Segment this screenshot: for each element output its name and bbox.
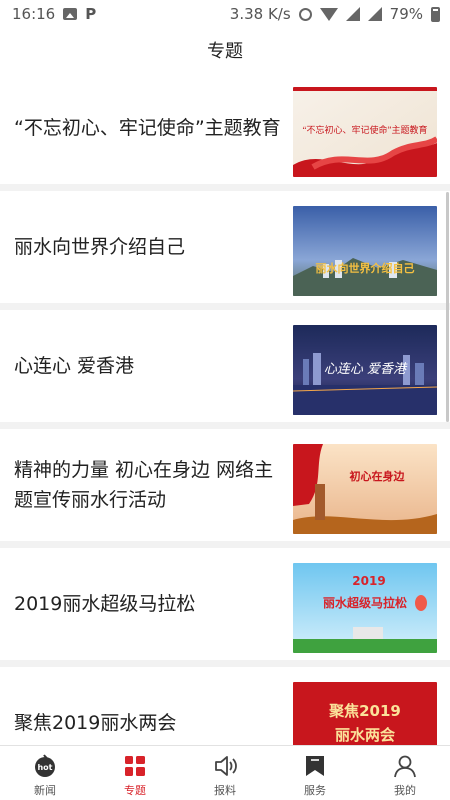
image-notification-icon xyxy=(63,8,78,20)
tab-profile[interactable]: 我的 xyxy=(360,746,450,800)
wifi-icon xyxy=(319,7,338,21)
tab-services[interactable]: 服务 xyxy=(270,746,360,800)
battery-icon xyxy=(431,6,440,22)
topic-thumbnail: 初心在身边 xyxy=(293,444,437,534)
topic-thumbnail: 2019 丽水超级马拉松 xyxy=(293,563,437,653)
status-bar: 16:16 P 3.38 K/s 79% xyxy=(0,0,450,28)
thumb-text: 丽水向世界介绍自己 xyxy=(316,261,415,275)
topic-item[interactable]: 丽水向世界介绍自己 丽水向世界介绍自己 xyxy=(0,191,450,303)
alarm-icon xyxy=(298,7,312,21)
bottom-tab-bar: hot 新闻 专题 报料 服务 我的 xyxy=(0,745,450,800)
status-bar-right: 3.38 K/s 79% xyxy=(230,5,440,23)
thumb-text: 初心在身边 xyxy=(350,469,406,483)
thumb-text: 心连心 爱香港 xyxy=(324,362,408,377)
topic-thumbnail: 丽水向世界介绍自己 xyxy=(293,206,437,296)
speaker-icon xyxy=(212,753,238,779)
topic-item[interactable]: 2019丽水超级马拉松 2019 丽水超级马拉松 xyxy=(0,548,450,660)
topic-title: 心连心 爱香港 xyxy=(14,355,135,377)
topic-title: 2019丽水超级马拉松 xyxy=(14,593,196,615)
thumb-text-2: 丽水两会 xyxy=(335,726,395,744)
status-time: 16:16 xyxy=(12,5,56,23)
topic-item[interactable]: 精神的力量 初心在身边 网络主题宣传丽水行活动 初心在身边 xyxy=(0,429,450,541)
thumb-text: “不忘初心、牢记使命”主题教育 xyxy=(303,124,428,135)
p-notification-icon: P xyxy=(85,5,97,23)
network-speed: 3.38 K/s xyxy=(229,5,291,23)
battery-percent: 79% xyxy=(389,5,423,23)
user-icon xyxy=(392,753,418,779)
tab-topics[interactable]: 专题 xyxy=(90,746,180,800)
bookmark-icon xyxy=(302,753,328,779)
grid-icon xyxy=(122,753,148,779)
signal-icon-2 xyxy=(367,7,382,21)
tab-news[interactable]: hot 新闻 xyxy=(0,746,90,800)
tab-label: 报料 xyxy=(214,784,236,797)
thumb-text-1: 聚焦2019 xyxy=(328,702,401,720)
tab-label: 专题 xyxy=(124,784,146,797)
hot-icon: hot xyxy=(32,753,58,779)
topic-title: 聚焦2019丽水两会 xyxy=(14,712,177,734)
thumb-text: 丽水超级马拉松 xyxy=(323,595,407,610)
topic-title: “不忘初心、牢记使命”主题教育 xyxy=(14,117,281,139)
topic-item[interactable]: 聚焦2019丽水两会 聚焦2019 丽水两会 xyxy=(0,667,450,745)
signal-icon xyxy=(345,7,360,21)
topic-item[interactable]: 心连心 爱香港 心连心 爱香港 xyxy=(0,310,450,422)
topic-thumbnail: 聚焦2019 丽水两会 xyxy=(293,682,437,745)
status-bar-left: 16:16 P xyxy=(12,5,96,23)
topic-thumbnail: 心连心 爱香港 xyxy=(293,325,437,415)
topic-item[interactable]: “不忘初心、牢记使命”主题教育 “不忘初心、牢记使命”主题教育 xyxy=(0,72,450,184)
tab-label: 服务 xyxy=(304,784,326,797)
topic-title: 精神的力量 初心在身边 网络主题宣传丽水行活动 xyxy=(14,459,274,511)
page-title: 专题 xyxy=(207,41,243,62)
thumb-text-year: 2019 xyxy=(352,574,385,588)
tab-label: 新闻 xyxy=(34,784,56,797)
topic-thumbnail: “不忘初心、牢记使命”主题教育 xyxy=(293,87,437,177)
page-header: 专题 xyxy=(0,28,450,72)
topic-title: 丽水向世界介绍自己 xyxy=(14,236,186,258)
topic-list[interactable]: “不忘初心、牢记使命”主题教育 “不忘初心、牢记使命”主题教育 丽水向世界介绍自… xyxy=(0,72,450,745)
svg-text:hot: hot xyxy=(37,763,52,772)
tab-report[interactable]: 报料 xyxy=(180,746,270,800)
scrollbar[interactable] xyxy=(446,192,449,422)
tab-label: 我的 xyxy=(394,784,416,797)
